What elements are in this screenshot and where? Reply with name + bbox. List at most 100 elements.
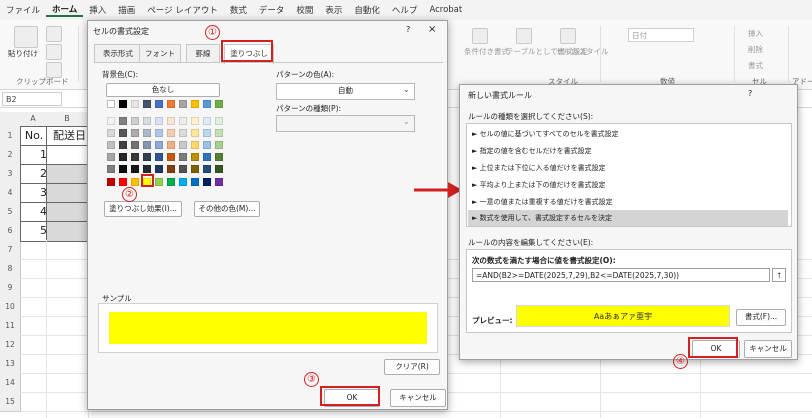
- row-header[interactable]: 3: [0, 164, 21, 184]
- ribbon-tab-view[interactable]: 表示: [319, 4, 348, 16]
- color-swatch[interactable]: [203, 117, 211, 125]
- color-swatch[interactable]: [155, 141, 163, 149]
- color-swatch[interactable]: [179, 117, 187, 125]
- color-swatch[interactable]: [131, 117, 139, 125]
- color-swatch[interactable]: [167, 117, 175, 125]
- color-swatch[interactable]: [179, 165, 187, 173]
- color-swatch[interactable]: [131, 100, 139, 108]
- formula-input[interactable]: =AND(B2>=DATE(2025,7,29),B2<=DATE(2025,7…: [472, 268, 770, 282]
- color-swatch[interactable]: [203, 129, 211, 137]
- close-button[interactable]: ×: [428, 24, 436, 35]
- color-swatch[interactable]: [131, 165, 139, 173]
- ribbon-tab-insert[interactable]: 挿入: [83, 4, 112, 16]
- cut-icon[interactable]: [46, 26, 62, 42]
- color-swatch[interactable]: [143, 153, 151, 161]
- color-swatch[interactable]: [107, 178, 115, 186]
- ribbon-tab-file[interactable]: ファイル: [0, 4, 46, 16]
- color-swatch[interactable]: [215, 178, 223, 186]
- number-format-dropdown[interactable]: 日付: [628, 28, 694, 42]
- row-header[interactable]: 14: [0, 373, 21, 393]
- no-color-button[interactable]: 色なし: [106, 83, 220, 97]
- row-header[interactable]: 15: [0, 392, 21, 412]
- color-swatch[interactable]: [107, 153, 115, 161]
- format-cells-button[interactable]: 書式: [748, 60, 763, 71]
- color-swatch[interactable]: [179, 100, 187, 108]
- color-swatch[interactable]: [131, 178, 139, 186]
- help-button[interactable]: ?: [748, 89, 752, 98]
- row-header[interactable]: 5: [0, 202, 21, 222]
- color-swatch[interactable]: [191, 178, 199, 186]
- more-colors-button[interactable]: その他の色(M)...: [194, 201, 260, 217]
- color-swatch[interactable]: [215, 141, 223, 149]
- rule-type-item[interactable]: ► 一意の値または重複する値だけを書式設定: [468, 194, 788, 210]
- color-swatch[interactable]: [167, 141, 175, 149]
- cell-a1-header[interactable]: No.: [20, 126, 48, 147]
- color-swatch[interactable]: [191, 141, 199, 149]
- color-swatch[interactable]: [203, 100, 211, 108]
- cell-b-date[interactable]: [46, 183, 90, 204]
- cell-b-date[interactable]: [46, 164, 90, 185]
- chevron-down-icon[interactable]: ⌄: [403, 117, 410, 126]
- paste-icon[interactable]: [14, 26, 38, 48]
- ribbon-tab-data[interactable]: データ: [253, 4, 291, 16]
- color-swatch[interactable]: [179, 153, 187, 161]
- pattern-color-dropdown[interactable]: 自動: [276, 83, 415, 100]
- color-swatch[interactable]: [167, 178, 175, 186]
- color-swatch[interactable]: [203, 165, 211, 173]
- color-swatch[interactable]: [107, 129, 115, 137]
- color-swatch[interactable]: [179, 129, 187, 137]
- format-button[interactable]: 書式(F)...: [736, 309, 786, 326]
- color-swatch[interactable]: [167, 100, 175, 108]
- tab-number[interactable]: 表示形式: [94, 44, 142, 63]
- color-swatch[interactable]: [191, 117, 199, 125]
- name-box[interactable]: B2: [2, 92, 62, 106]
- color-swatch[interactable]: [155, 165, 163, 173]
- row-header[interactable]: 7: [0, 240, 21, 260]
- color-swatch[interactable]: [119, 153, 127, 161]
- color-swatch[interactable]: [143, 141, 151, 149]
- help-button[interactable]: ?: [406, 25, 410, 34]
- row-header[interactable]: 12: [0, 335, 21, 355]
- color-swatch[interactable]: [215, 117, 223, 125]
- format-as-table-icon[interactable]: [516, 28, 532, 44]
- select-all-corner[interactable]: [0, 112, 21, 127]
- ribbon-tab-draw[interactable]: 描画: [112, 4, 141, 16]
- row-header[interactable]: 4: [0, 183, 21, 203]
- rule-type-item[interactable]: ► セルの値に基づいてすべてのセルを書式設定: [468, 126, 788, 142]
- column-header-a[interactable]: A: [20, 112, 47, 127]
- color-swatch[interactable]: [119, 178, 127, 186]
- conditional-format-button[interactable]: 条件付き書式: [464, 46, 509, 57]
- color-swatch[interactable]: [215, 100, 223, 108]
- ribbon-tab-automate[interactable]: 自動化: [348, 4, 386, 16]
- color-swatch[interactable]: [143, 165, 151, 173]
- color-swatch[interactable]: [167, 153, 175, 161]
- copy-icon[interactable]: [46, 44, 62, 60]
- color-swatch[interactable]: [215, 129, 223, 137]
- ribbon-tab-review[interactable]: 校閲: [290, 4, 319, 16]
- color-swatch[interactable]: [191, 153, 199, 161]
- insert-cells-button[interactable]: 挿入: [748, 28, 763, 39]
- color-swatch[interactable]: [155, 100, 163, 108]
- color-swatch[interactable]: [143, 117, 151, 125]
- rule-type-item[interactable]: ► 平均より上または下の値だけを書式設定: [468, 177, 788, 193]
- color-swatch[interactable]: [107, 117, 115, 125]
- color-swatch[interactable]: [107, 165, 115, 173]
- cell-b-date[interactable]: [46, 221, 90, 242]
- ribbon-tab-page-layout[interactable]: ページ レイアウト: [141, 4, 224, 16]
- row-header[interactable]: 8: [0, 259, 21, 279]
- ribbon-tab-home[interactable]: ホーム: [46, 3, 84, 17]
- color-swatch[interactable]: [167, 165, 175, 173]
- cancel-button[interactable]: キャンセル: [744, 340, 792, 358]
- paste-button-label[interactable]: 貼り付け: [8, 48, 38, 59]
- color-swatch[interactable]: [191, 129, 199, 137]
- color-swatch[interactable]: [215, 165, 223, 173]
- color-swatch[interactable]: [107, 100, 115, 108]
- collapse-dialog-icon[interactable]: ⭡: [772, 268, 786, 282]
- color-swatch[interactable]: [155, 153, 163, 161]
- color-swatch[interactable]: [119, 165, 127, 173]
- color-swatch[interactable]: [119, 129, 127, 137]
- ribbon-tab-acrobat[interactable]: Acrobat: [423, 5, 468, 15]
- color-swatch[interactable]: [131, 141, 139, 149]
- color-swatch[interactable]: [155, 117, 163, 125]
- cancel-button[interactable]: キャンセル: [390, 389, 446, 407]
